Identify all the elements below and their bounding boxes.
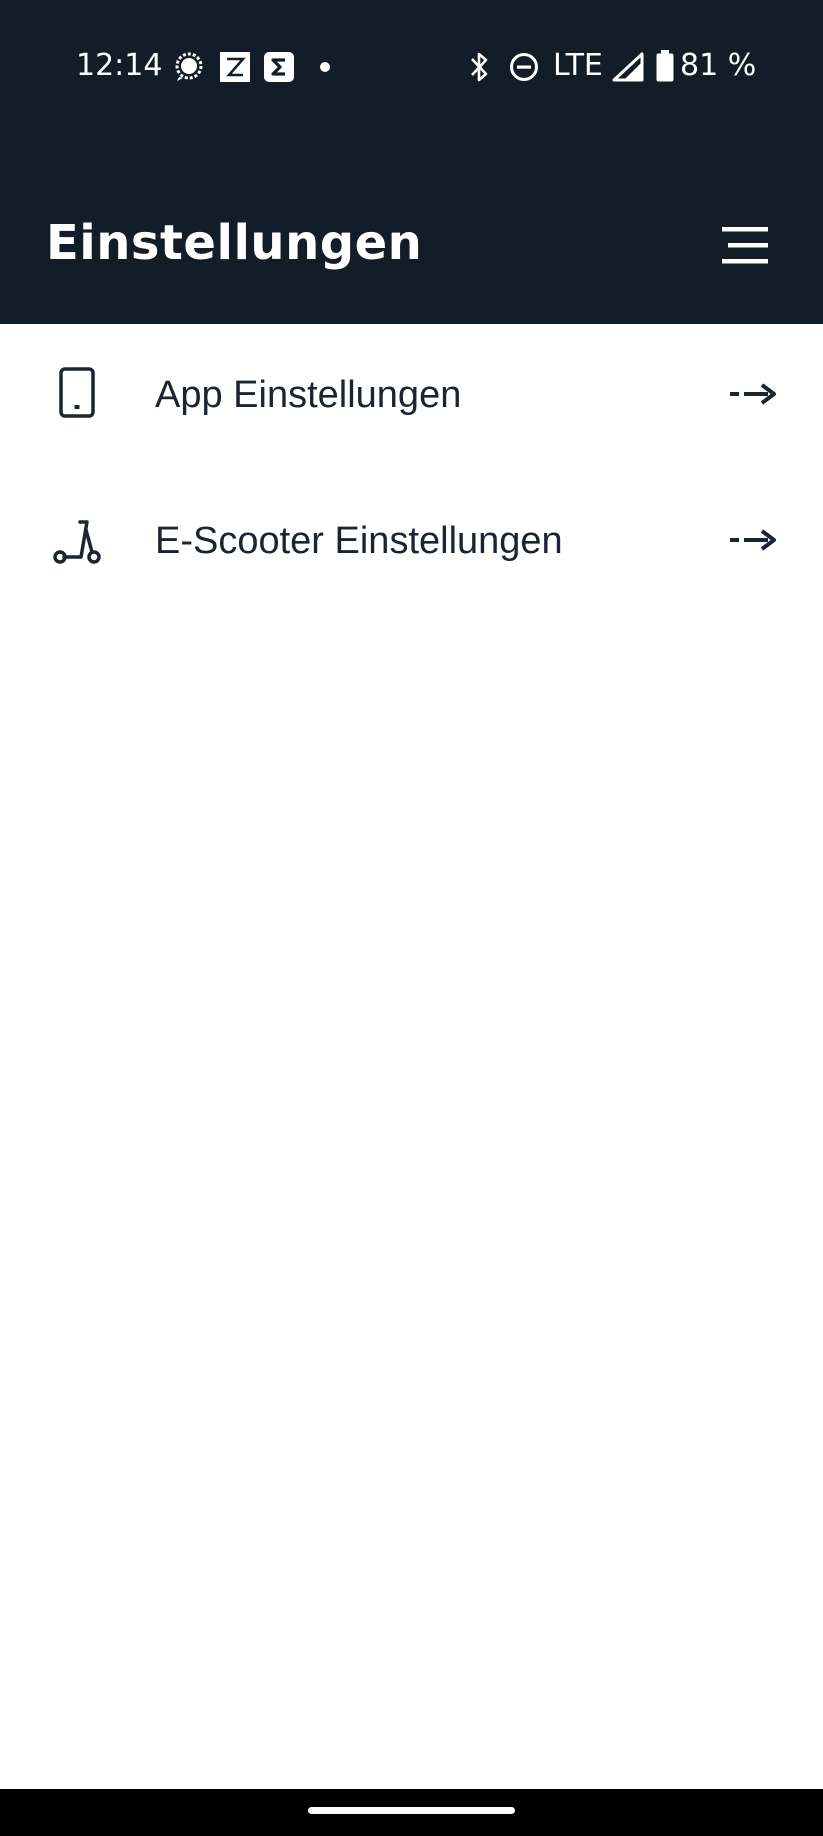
page-title: Einstellungen xyxy=(46,215,423,271)
battery-percent: 81 % xyxy=(680,48,757,83)
dot-icon xyxy=(320,62,330,72)
scooter-icon xyxy=(53,520,101,564)
sigma-icon xyxy=(264,52,294,82)
do-not-disturb-icon xyxy=(510,53,538,81)
smartphone-icon xyxy=(59,367,95,418)
app-header: 12:14 LTE 81 % Einstellungen xyxy=(0,0,823,324)
chat-bubble-icon xyxy=(175,52,203,81)
settings-item-app[interactable]: App Einstellungen xyxy=(0,324,823,464)
bluetooth-icon xyxy=(471,52,488,82)
battery-icon xyxy=(656,50,674,82)
arrow-right-icon xyxy=(730,383,776,405)
settings-item-label: App Einstellungen xyxy=(155,374,462,416)
arrow-right-icon xyxy=(730,529,776,551)
signal-icon xyxy=(612,52,644,82)
settings-item-label: E-Scooter Einstellungen xyxy=(155,520,563,562)
status-bar: 12:14 LTE 81 % xyxy=(0,0,823,134)
zapp-icon xyxy=(220,52,250,82)
hamburger-menu-icon[interactable] xyxy=(714,220,776,270)
status-time: 12:14 xyxy=(76,48,163,83)
home-indicator[interactable] xyxy=(308,1807,515,1814)
settings-item-escooter[interactable]: E-Scooter Einstellungen xyxy=(0,470,823,610)
network-type: LTE xyxy=(553,48,603,83)
system-navigation-bar xyxy=(0,1789,823,1836)
